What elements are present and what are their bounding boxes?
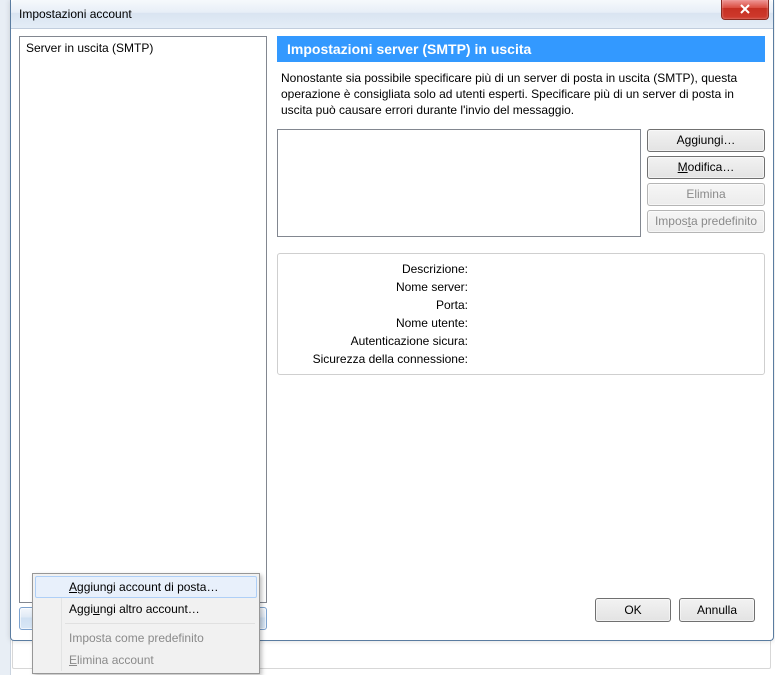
- detail-row-port: Porta:: [288, 296, 754, 314]
- cancel-label: Annulla: [697, 603, 737, 617]
- left-pane: Server in uscita (SMTP) Azioni account: [19, 36, 267, 630]
- detail-label-servername: Nome server:: [288, 278, 468, 296]
- detail-label-secureauth: Autenticazione sicura:: [288, 332, 468, 350]
- ok-button[interactable]: OK: [595, 598, 671, 622]
- menu-remove-label: Elimina account: [69, 653, 154, 667]
- dialog-content: Server in uscita (SMTP) Azioni account I…: [19, 36, 765, 630]
- edit-server-label: Modifica…: [678, 160, 735, 174]
- account-actions-menu: Aggiungi account di posta… Aggiungi altr…: [32, 573, 260, 674]
- account-settings-window: Impostazioni account Server in uscita (S…: [10, 0, 774, 641]
- detail-row-connsecurity: Sicurezza della connessione:: [288, 350, 754, 368]
- detail-row-secureauth: Autenticazione sicura:: [288, 332, 754, 350]
- menu-add-other-account[interactable]: Aggiungi altro account…: [35, 598, 257, 620]
- detail-label-username: Nome utente:: [288, 314, 468, 332]
- server-row: Aggiungi… Modifica… Elimina Imposta pred…: [277, 129, 765, 237]
- server-details-group: Descrizione: Nome server: Porta: Nome ut…: [277, 253, 765, 375]
- account-tree[interactable]: Server in uscita (SMTP): [19, 36, 267, 603]
- edit-server-button[interactable]: Modifica…: [647, 156, 765, 179]
- close-icon: [739, 4, 751, 14]
- menu-set-default: Imposta come predefinito: [35, 627, 257, 649]
- detail-row-servername: Nome server:: [288, 278, 754, 296]
- detail-label-connsecurity: Sicurezza della connessione:: [288, 350, 468, 368]
- menu-set-default-label: Imposta come predefinito: [69, 631, 204, 645]
- dialog-buttons: OK Annulla: [595, 598, 755, 622]
- titlebar[interactable]: Impostazioni account: [11, 0, 773, 29]
- detail-value-connsecurity: [468, 350, 754, 368]
- set-default-server-button: Imposta predefinito: [647, 210, 765, 233]
- menu-remove-account: Elimina account: [35, 649, 257, 671]
- remove-server-label: Elimina: [686, 187, 725, 201]
- smtp-server-list[interactable]: [277, 129, 641, 237]
- panel-header: Impostazioni server (SMTP) in uscita: [277, 36, 765, 62]
- remove-server-button: Elimina: [647, 183, 765, 206]
- menu-separator: [65, 623, 255, 624]
- detail-row-username: Nome utente:: [288, 314, 754, 332]
- detail-value-servername: [468, 278, 754, 296]
- window-title: Impostazioni account: [19, 7, 132, 21]
- close-button[interactable]: [721, 0, 769, 20]
- detail-value-description: [468, 260, 754, 278]
- add-server-label: Aggiungi…: [677, 133, 736, 147]
- detail-label-description: Descrizione:: [288, 260, 468, 278]
- add-server-button[interactable]: Aggiungi…: [647, 129, 765, 152]
- server-buttons: Aggiungi… Modifica… Elimina Imposta pred…: [647, 129, 765, 237]
- set-default-server-label: Imposta predefinito: [655, 214, 757, 228]
- menu-add-mail-account[interactable]: Aggiungi account di posta…: [35, 576, 257, 598]
- menu-add-mail-label: Aggiungi account di posta…: [69, 580, 218, 594]
- detail-row-description: Descrizione:: [288, 260, 754, 278]
- panel-description: Nonostante sia possibile specificare più…: [277, 62, 765, 129]
- right-pane: Impostazioni server (SMTP) in uscita Non…: [277, 36, 765, 630]
- detail-value-secureauth: [468, 332, 754, 350]
- detail-value-username: [468, 314, 754, 332]
- menu-add-other-label: Aggiungi altro account…: [69, 602, 200, 616]
- tree-item-smtp[interactable]: Server in uscita (SMTP): [26, 39, 260, 57]
- cancel-button[interactable]: Annulla: [679, 598, 755, 622]
- detail-label-port: Porta:: [288, 296, 468, 314]
- detail-value-port: [468, 296, 754, 314]
- ok-label: OK: [624, 603, 641, 617]
